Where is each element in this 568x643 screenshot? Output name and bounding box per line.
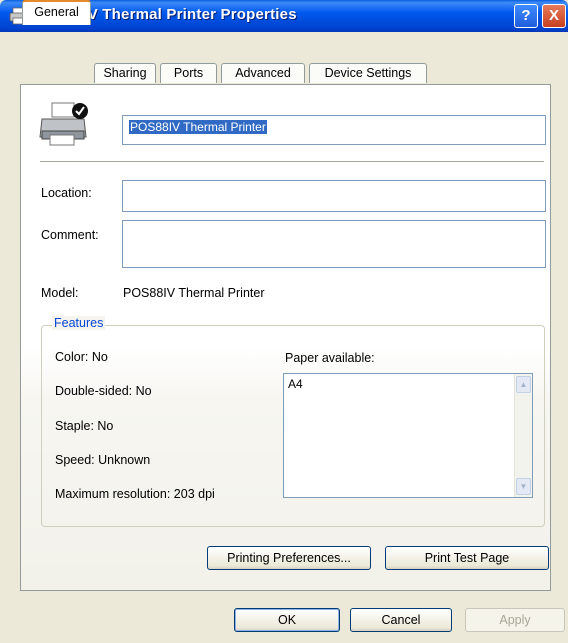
printer-name-field[interactable]: POS88IV Thermal Printer (122, 115, 546, 145)
tab-device-settings[interactable]: Device Settings (309, 63, 427, 83)
comment-label: Comment: (41, 228, 99, 242)
help-button[interactable]: ? (514, 4, 538, 28)
printing-preferences-button[interactable]: Printing Preferences... (207, 546, 371, 570)
speed-feature: Speed: Unknown (55, 453, 151, 467)
separator (40, 161, 544, 163)
tab-general[interactable]: General (22, 0, 91, 25)
color-feature: Color: No (55, 350, 108, 364)
tab-ports[interactable]: Ports (160, 63, 217, 83)
location-label: Location: (41, 186, 92, 200)
comment-field[interactable] (122, 220, 546, 268)
staple-feature: Staple: No (55, 419, 114, 433)
paper-available-label: Paper available: (285, 351, 375, 365)
paper-list[interactable]: A4 ▲ ▼ (283, 373, 533, 498)
tab-sharing[interactable]: Sharing (94, 63, 156, 83)
close-button[interactable]: X (542, 4, 566, 28)
scrollbar[interactable]: ▲ ▼ (514, 374, 532, 497)
double-sided-feature: Double-sided: No (55, 384, 152, 398)
model-label: Model: (41, 286, 79, 300)
printer-icon (39, 102, 88, 146)
list-item[interactable]: A4 (288, 377, 528, 391)
printer-name-value: POS88IV Thermal Printer (129, 120, 267, 134)
scroll-up-icon[interactable]: ▲ (516, 376, 531, 393)
apply-button[interactable]: Apply (465, 608, 565, 632)
max-resolution-feature: Maximum resolution: 203 dpi (55, 487, 215, 501)
cancel-button[interactable]: Cancel (350, 608, 452, 632)
model-value: POS88IV Thermal Printer (123, 286, 265, 300)
printer-properties-dialog: POS88IV Thermal Printer Properties ? X G… (0, 0, 568, 643)
print-test-page-button[interactable]: Print Test Page (385, 546, 549, 570)
scroll-down-icon[interactable]: ▼ (516, 478, 531, 495)
location-field[interactable] (122, 180, 546, 212)
tab-advanced[interactable]: Advanced (221, 63, 305, 83)
ok-button[interactable]: OK (234, 608, 340, 632)
features-legend: Features (52, 316, 106, 330)
